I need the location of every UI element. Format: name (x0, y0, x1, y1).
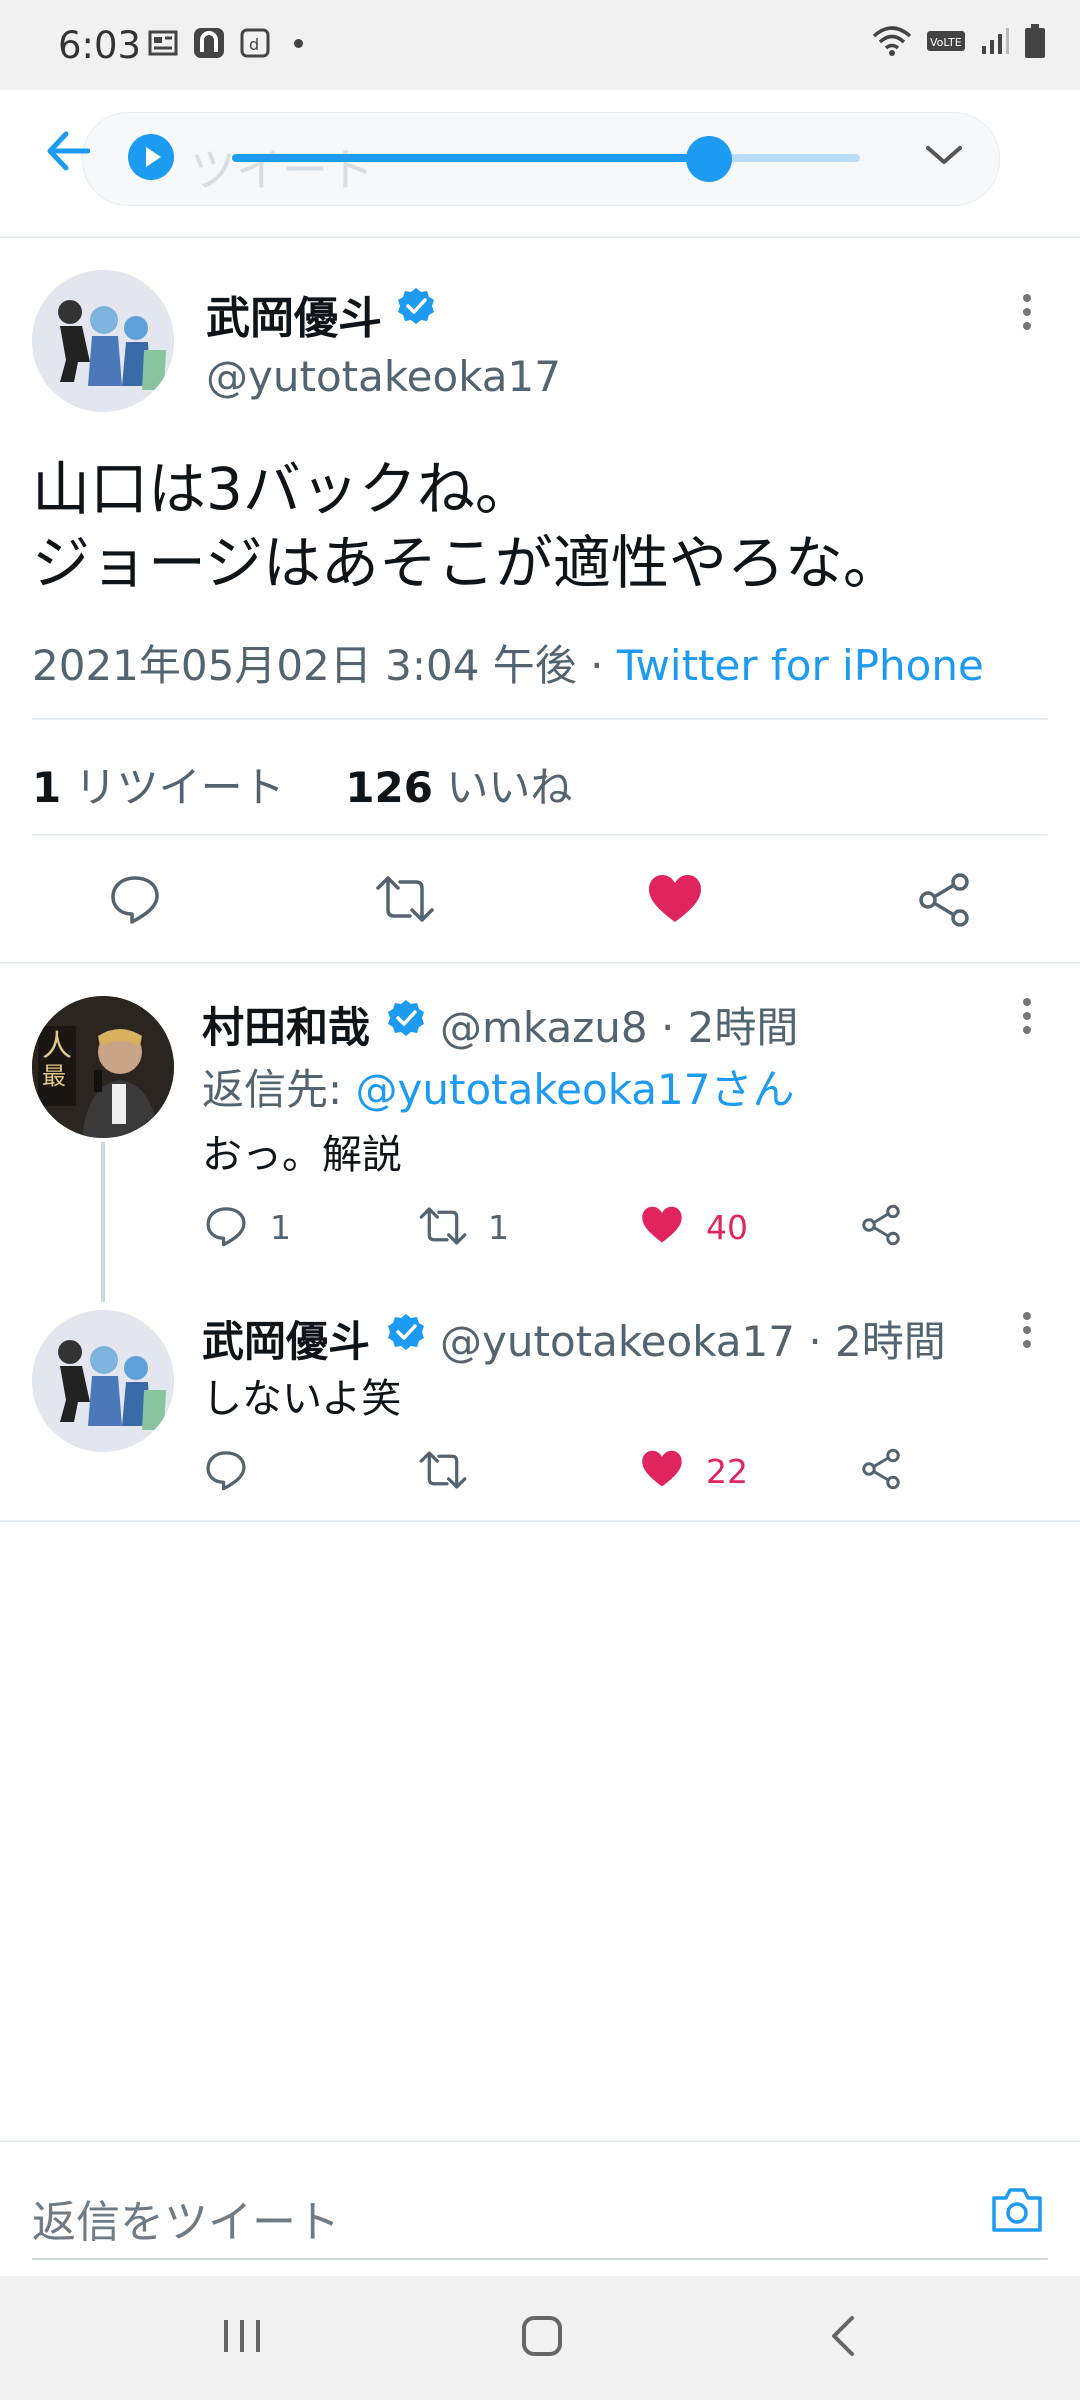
reply-author-name[interactable]: 村田和哉 (202, 994, 370, 1055)
more-icon[interactable] (1022, 996, 1032, 1036)
verified-icon (398, 288, 434, 324)
chevron-down-icon[interactable] (924, 140, 964, 170)
back-icon[interactable] (828, 2314, 858, 2358)
status-notification-icons: d (148, 26, 303, 60)
reply-avatar[interactable]: 人 最 (32, 996, 174, 1138)
reply-count: 1 (270, 1208, 291, 1247)
reply-to-link[interactable]: @yutotakeoka17さん (356, 1065, 795, 1114)
verified-icon (388, 1314, 424, 1350)
reply-to-prefix: 返信先: (202, 1065, 356, 1114)
retweet-count: 1 (488, 1208, 509, 1247)
share-icon[interactable] (916, 872, 972, 928)
notification-dot-icon (294, 38, 303, 48)
reply-author-name[interactable]: 武岡優斗 (202, 1308, 370, 1369)
reply-avatar[interactable] (32, 1310, 174, 1452)
svg-text:d: d (249, 35, 259, 54)
reply-handle[interactable]: @yutotakeoka17 · 2時間 (440, 1308, 946, 1369)
author-handle[interactable]: @yutotakeoka17 (206, 352, 561, 401)
compose-underline (32, 2258, 1048, 2260)
back-arrow-icon[interactable] (44, 128, 90, 174)
header-title: ツイート (190, 143, 374, 197)
divider (32, 834, 1048, 836)
heart-icon[interactable] (640, 1204, 684, 1246)
status-time: 6:03 (58, 24, 142, 67)
retweet-icon[interactable] (418, 1204, 468, 1248)
heart-icon[interactable] (640, 1448, 684, 1490)
status-system-icons: VoLTE (872, 24, 1046, 58)
share-icon[interactable] (860, 1448, 902, 1490)
likes-stat[interactable]: 126 いいね (345, 763, 572, 812)
reply-to-line: 返信先: @yutotakeoka17さん (202, 1056, 795, 1117)
heart-icon[interactable] (646, 872, 704, 926)
retweets-count: 1 (32, 763, 62, 812)
divider (32, 718, 1048, 720)
tweet-text-line: ジョージはあそこが適性やろな。 (32, 529, 901, 597)
news-app-icon (148, 30, 178, 56)
reply-icon[interactable] (108, 872, 162, 926)
like-count: 22 (706, 1452, 748, 1491)
svg-text:VoLTE: VoLTE (930, 36, 962, 49)
volte-icon: VoLTE (927, 31, 965, 51)
player-progress (232, 154, 709, 162)
reply-handle[interactable]: @mkazu8 · 2時間 (440, 994, 798, 1055)
avatar-image-icon (32, 1310, 174, 1452)
like-count: 40 (706, 1208, 748, 1247)
tweet-source-link[interactable]: Twitter for iPhone (617, 641, 984, 690)
avatar-image-icon (32, 270, 174, 412)
player-thumb[interactable] (686, 136, 732, 182)
app-notification-icon (194, 28, 224, 58)
reply-icon[interactable] (204, 1204, 248, 1248)
reply-text: おっ。解説 (202, 1132, 402, 1178)
svg-text:最: 最 (42, 1062, 66, 1090)
retweets-label: リツイート (74, 763, 285, 812)
retweet-icon[interactable] (374, 872, 436, 926)
signal-icon (982, 28, 1009, 54)
compose-top-border (0, 2140, 1080, 2142)
camera-icon[interactable] (990, 2184, 1044, 2234)
svg-text:人: 人 (42, 1029, 72, 1064)
tweet-timestamp: 2021年05月02日 3:04 午後 · (32, 641, 617, 690)
section-divider (0, 962, 1080, 964)
reply-compose-input[interactable]: 返信をツイート (32, 2186, 340, 2250)
author-name[interactable]: 武岡優斗 (206, 282, 382, 346)
likes-label: いいね (446, 763, 573, 812)
reply-text: しないよ笑 (202, 1376, 402, 1422)
share-icon[interactable] (860, 1204, 902, 1246)
section-divider (0, 1520, 1080, 1522)
thread-line (101, 1142, 105, 1302)
avatar-image-icon: 人 最 (32, 996, 174, 1138)
play-icon (146, 147, 161, 167)
recent-apps-icon[interactable] (220, 2316, 264, 2356)
retweet-icon[interactable] (418, 1448, 468, 1492)
home-icon[interactable] (520, 2314, 564, 2358)
author-avatar[interactable] (32, 270, 174, 412)
reply-icon[interactable] (204, 1448, 248, 1492)
tweet-text-line: 山口は3バックね。 (32, 455, 533, 523)
tweet-meta: 2021年05月02日 3:04 午後 · Twitter for iPhone (32, 632, 984, 693)
wifi-icon (872, 26, 912, 56)
likes-count: 126 (345, 763, 433, 812)
more-icon[interactable] (1022, 292, 1032, 332)
battery-icon (1025, 24, 1045, 58)
verified-icon (388, 1000, 424, 1036)
more-icon[interactable] (1022, 1310, 1032, 1350)
tweet-text: 山口は3バックね。 ジョージはあそこが適性やろな。 (32, 452, 1052, 600)
play-button[interactable] (128, 134, 174, 180)
retweets-stat[interactable]: 1 リツイート (32, 763, 285, 812)
d-app-icon: d (240, 28, 270, 58)
tweet-stats: 1 リツイート 126 いいね (32, 754, 572, 815)
